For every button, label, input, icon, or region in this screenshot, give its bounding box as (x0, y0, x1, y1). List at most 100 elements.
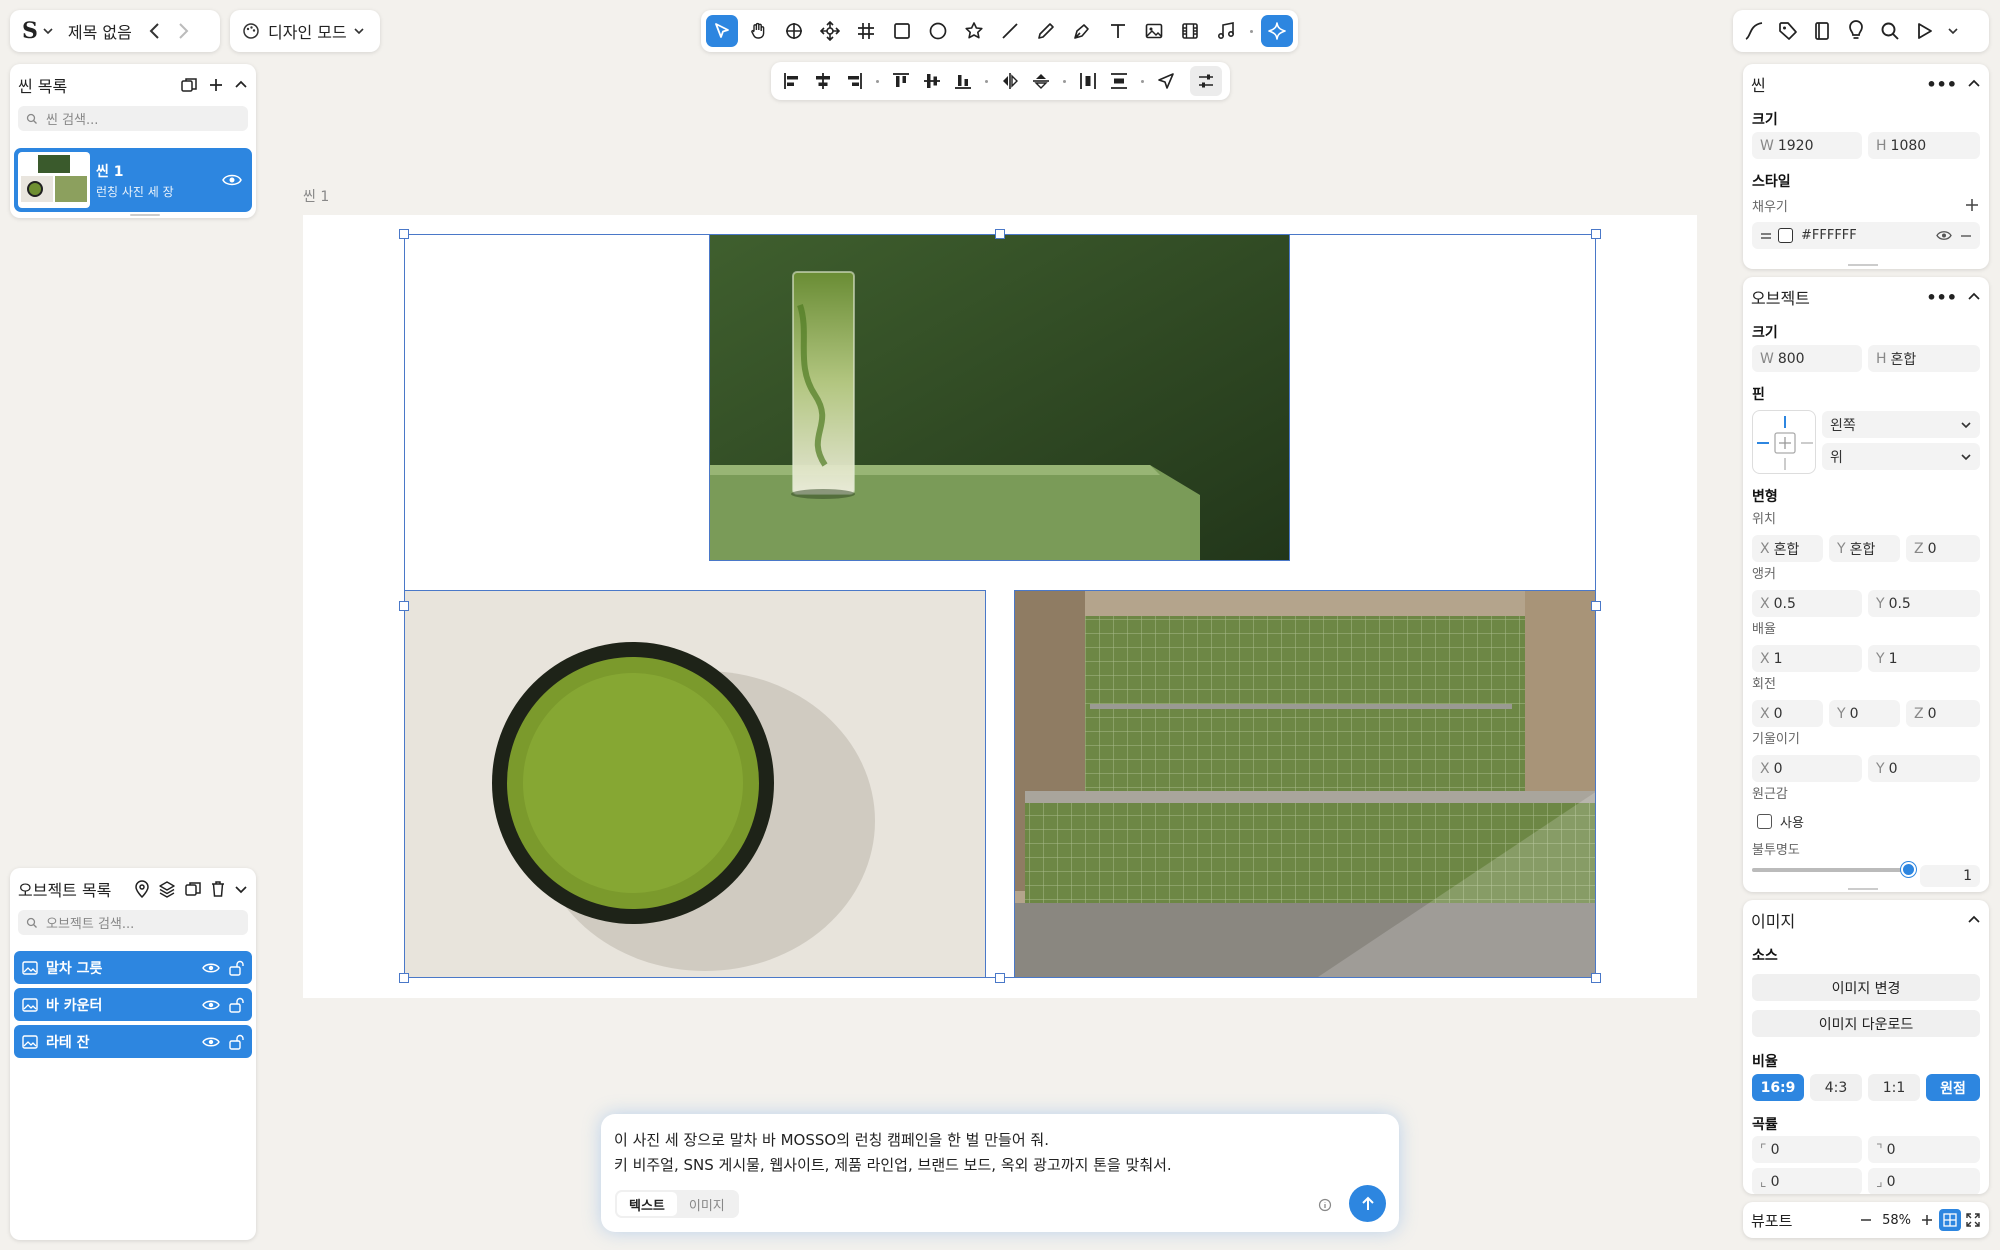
radius-top-left-field[interactable]: ⌜ 0 (1752, 1136, 1862, 1163)
book-icon[interactable] (1811, 20, 1833, 42)
unlock-icon[interactable] (228, 1034, 244, 1050)
color-swatch[interactable] (1778, 228, 1793, 243)
video-tool[interactable] (1174, 15, 1206, 47)
position-x-field[interactable]: X 혼합 (1752, 535, 1823, 562)
radius-top-right-field[interactable]: ⌝ 0 (1868, 1136, 1980, 1163)
star-tool[interactable] (958, 15, 990, 47)
document-title[interactable]: 제목 없음 (68, 19, 132, 43)
curve-icon[interactable] (1743, 20, 1765, 42)
scene-canvas[interactable] (303, 215, 1697, 998)
radius-bottom-left-field[interactable]: ⌞ 0 (1752, 1168, 1862, 1194)
duplicate-icon[interactable] (180, 76, 198, 94)
position-y-field[interactable]: Y 혼합 (1829, 535, 1900, 562)
send-button[interactable] (1153, 68, 1179, 94)
play-icon[interactable] (1913, 20, 1935, 42)
pin-vertical-select[interactable]: 위 (1822, 443, 1980, 470)
resize-handle[interactable] (399, 973, 409, 983)
bar-counter-image[interactable] (1014, 590, 1596, 978)
chevron-up-icon[interactable] (1967, 913, 1981, 927)
layers-icon[interactable] (158, 880, 176, 898)
transform-tool[interactable] (814, 15, 846, 47)
change-image-button[interactable]: 이미지 변경 (1752, 974, 1980, 1001)
chevron-down-icon[interactable] (42, 25, 54, 37)
submit-button[interactable] (1349, 1185, 1386, 1222)
latte-image[interactable] (709, 234, 1290, 561)
align-center-v-button[interactable] (919, 68, 945, 94)
checkbox-box[interactable] (1757, 814, 1772, 829)
frame-tool[interactable] (850, 15, 882, 47)
eye-icon[interactable] (202, 1036, 220, 1048)
distribute-horizontal-button[interactable] (1075, 68, 1101, 94)
rotation-y-field[interactable]: Y0 (1829, 700, 1900, 727)
eye-icon[interactable] (202, 999, 220, 1011)
zoom-level[interactable]: 58% (1882, 1213, 1911, 1228)
eye-icon[interactable] (202, 962, 220, 974)
adjust-button[interactable] (1190, 66, 1222, 96)
resize-handle[interactable] (995, 229, 1005, 239)
resize-handle[interactable] (995, 973, 1005, 983)
more-icon[interactable]: ••• (1926, 288, 1957, 307)
line-tool[interactable] (994, 15, 1026, 47)
object-search[interactable]: 오브젝트 검색... (18, 910, 248, 935)
ratio-original-button[interactable]: 원점 (1926, 1074, 1980, 1101)
distribute-vertical-button[interactable] (1106, 68, 1132, 94)
align-right-button[interactable] (841, 68, 867, 94)
forward-arrow-icon[interactable] (176, 22, 190, 40)
radius-bottom-right-field[interactable]: ⌟ 0 (1868, 1168, 1980, 1194)
mode-selector[interactable]: 디자인 모드 (230, 10, 380, 52)
flip-horizontal-button[interactable] (997, 68, 1023, 94)
pencil-tool[interactable] (1030, 15, 1062, 47)
chevron-down-icon[interactable] (1947, 25, 1959, 37)
object-item[interactable]: 바 카운터 (14, 988, 252, 1021)
rectangle-tool[interactable] (886, 15, 918, 47)
select-tool[interactable] (706, 15, 738, 47)
position-z-field[interactable]: Z0 (1906, 535, 1980, 562)
fill-row[interactable]: #FFFFFF (1752, 222, 1980, 249)
lightbulb-icon[interactable] (1845, 20, 1867, 42)
opacity-slider-knob[interactable] (1901, 862, 1916, 877)
eye-icon[interactable] (1936, 230, 1952, 241)
scene-item[interactable]: 씬 1 런칭 사진 세 장 (14, 148, 252, 212)
align-left-button[interactable] (779, 68, 805, 94)
tab-image[interactable]: 이미지 (677, 1192, 737, 1216)
tag-icon[interactable] (1777, 20, 1799, 42)
audio-tool[interactable] (1210, 15, 1242, 47)
minus-icon[interactable] (1960, 230, 1972, 242)
more-icon[interactable]: ••• (1926, 75, 1957, 94)
move-tool[interactable] (778, 15, 810, 47)
trash-icon[interactable] (210, 880, 226, 898)
chevron-up-icon[interactable] (1967, 290, 1981, 304)
pin-horizontal-select[interactable]: 왼쪽 (1822, 411, 1980, 438)
chevron-up-icon[interactable] (234, 78, 248, 92)
skew-x-field[interactable]: X0 (1752, 755, 1862, 782)
matcha-bowl-image[interactable] (404, 590, 986, 978)
fit-grid-button[interactable] (1939, 1209, 1961, 1231)
flip-vertical-button[interactable] (1028, 68, 1054, 94)
height-field[interactable]: H 1080 (1868, 132, 1980, 159)
align-center-h-button[interactable] (810, 68, 836, 94)
scene-search[interactable]: 씬 검색... (18, 106, 248, 131)
pin-widget[interactable] (1752, 410, 1816, 474)
search-icon[interactable] (1879, 20, 1901, 42)
unlock-icon[interactable] (228, 997, 244, 1013)
resize-handle[interactable] (1591, 601, 1601, 611)
unlock-icon[interactable] (228, 960, 244, 976)
app-menu[interactable]: S 제목 없음 (10, 10, 220, 52)
align-top-button[interactable] (888, 68, 914, 94)
resize-handle[interactable] (399, 601, 409, 611)
zoom-out-icon[interactable] (1860, 1214, 1872, 1226)
object-item[interactable]: 말차 그릇 (14, 951, 252, 984)
anchor-x-field[interactable]: X 0.5 (1752, 590, 1862, 617)
chevron-down-icon[interactable] (234, 882, 248, 896)
text-tool[interactable] (1102, 15, 1134, 47)
hand-tool[interactable] (742, 15, 774, 47)
back-arrow-icon[interactable] (148, 22, 162, 40)
chevron-up-icon[interactable] (1967, 77, 1981, 91)
info-icon[interactable] (1318, 1198, 1332, 1212)
rotation-z-field[interactable]: Z0 (1906, 700, 1980, 727)
plus-icon[interactable] (208, 77, 224, 93)
logo-icon[interactable]: S (22, 18, 38, 44)
align-bottom-button[interactable] (950, 68, 976, 94)
opacity-slider[interactable] (1752, 862, 1916, 877)
object-item[interactable]: 라테 잔 (14, 1025, 252, 1058)
